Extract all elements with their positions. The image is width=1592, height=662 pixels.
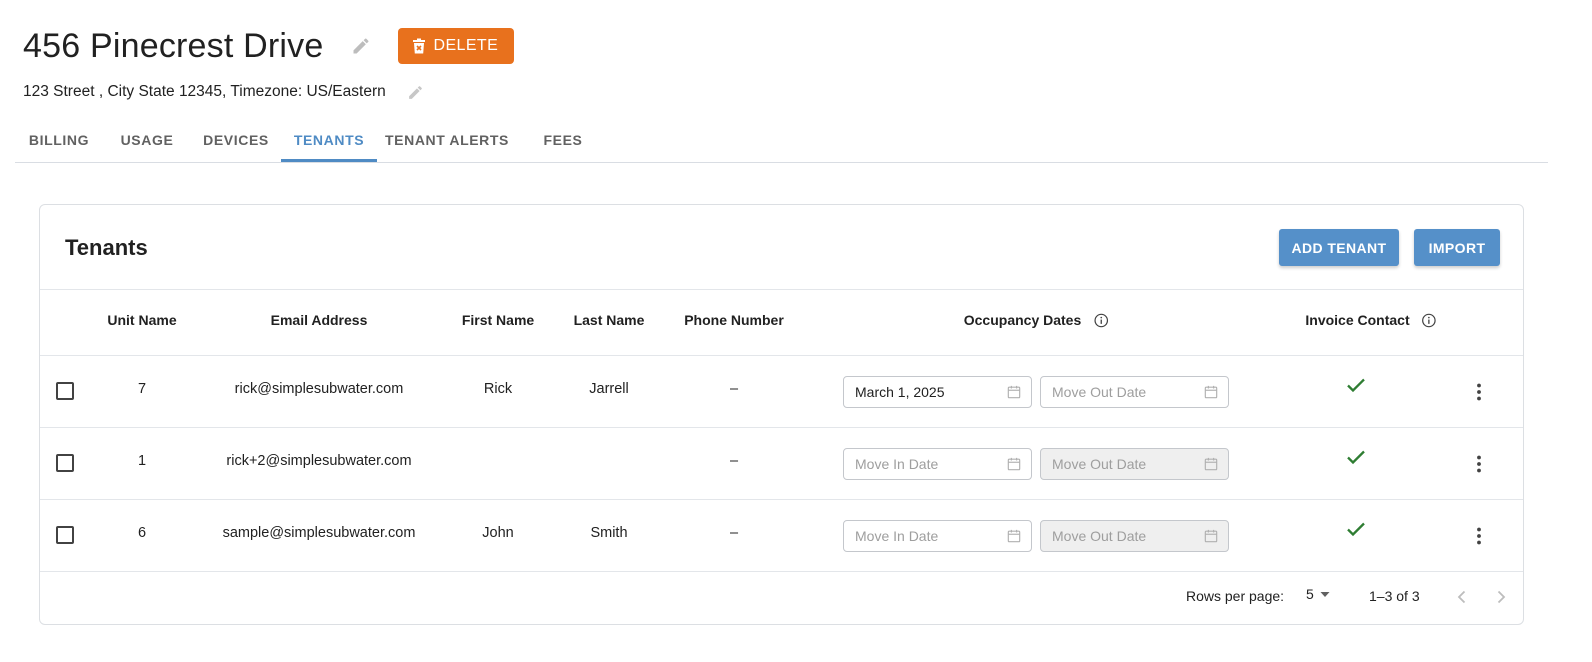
- rows-per-page-select[interactable]: 5: [1306, 586, 1332, 602]
- check-icon: [1346, 449, 1366, 470]
- calendar-icon: [1204, 457, 1218, 471]
- tab-devices[interactable]: DEVICES: [193, 118, 279, 162]
- row-checkbox[interactable]: [56, 454, 74, 472]
- delete-button[interactable]: DELETE: [397, 28, 515, 64]
- move-in-date-field[interactable]: March 1, 2025: [843, 376, 1032, 408]
- move-out-date-field: Move Out Date: [1040, 448, 1229, 480]
- chevron-right-icon: [1497, 590, 1506, 604]
- delete-label: DELETE: [433, 37, 499, 54]
- table-row: 1 rick+2@simplesubwater.com – Move In Da…: [40, 428, 1523, 500]
- move-out-date-placeholder: Move Out Date: [1052, 384, 1147, 400]
- tab-bar: BILLING USAGE DEVICES TENANTS TENANT ALE…: [15, 118, 1548, 163]
- tab-usage[interactable]: USAGE: [108, 118, 186, 162]
- tab-tenant-alerts[interactable]: TENANT ALERTS: [383, 118, 511, 162]
- info-icon[interactable]: [1422, 313, 1437, 328]
- divider: [40, 289, 1523, 290]
- col-unit-name: Unit Name: [107, 312, 177, 328]
- check-icon: [1346, 377, 1366, 398]
- info-icon[interactable]: [1093, 313, 1108, 328]
- tenants-card: Tenants ADD TENANT IMPORT Unit Name Emai…: [39, 204, 1524, 625]
- more-options-icon[interactable]: [1470, 452, 1488, 476]
- col-occupancy: Occupancy Dates: [964, 312, 1109, 328]
- move-in-date-placeholder: Move In Date: [855, 528, 939, 544]
- unit-name-cell: 7: [137, 381, 147, 397]
- col-invoice-contact-label: Invoice Contact: [1305, 312, 1410, 328]
- more-options-icon[interactable]: [1470, 380, 1488, 404]
- add-tenant-button[interactable]: ADD TENANT: [1279, 229, 1399, 266]
- tab-billing[interactable]: BILLING: [15, 118, 103, 162]
- edit-title-icon[interactable]: [350, 35, 372, 57]
- card-title: Tenants: [65, 235, 148, 260]
- calendar-icon: [1204, 529, 1218, 543]
- pagination: Rows per page: 5 1–3 of 3: [40, 572, 1523, 624]
- move-in-date-placeholder: Move In Date: [855, 456, 939, 472]
- move-out-date-field: Move Out Date: [1040, 520, 1229, 552]
- last-name-cell: Smith: [590, 525, 628, 541]
- move-in-date-field[interactable]: Move In Date: [843, 448, 1032, 480]
- caret-down-icon: [1320, 592, 1330, 597]
- col-invoice-contact: Invoice Contact: [1305, 312, 1436, 328]
- next-page-button[interactable]: [1490, 586, 1512, 608]
- calendar-icon[interactable]: [1007, 385, 1021, 399]
- property-header: 456 Pinecrest Drive DELETE: [23, 24, 515, 68]
- col-occupancy-label: Occupancy Dates: [963, 312, 1082, 328]
- import-button[interactable]: IMPORT: [1414, 229, 1500, 266]
- calendar-icon[interactable]: [1204, 385, 1218, 399]
- first-name-cell: John: [482, 525, 514, 541]
- row-checkbox[interactable]: [56, 526, 74, 544]
- phone-cell: –: [729, 525, 739, 541]
- email-cell: sample@simplesubwater.com: [222, 525, 416, 541]
- previous-page-button[interactable]: [1451, 586, 1473, 608]
- move-out-date-placeholder: Move Out Date: [1052, 456, 1147, 472]
- row-checkbox[interactable]: [56, 382, 74, 400]
- move-in-date-value: March 1, 2025: [855, 384, 945, 400]
- col-first-name: First Name: [461, 312, 535, 328]
- address-line: 123 Street , City State 12345, Timezone:…: [23, 82, 426, 102]
- last-name-cell: Jarrell: [589, 381, 629, 397]
- delete-icon: [412, 38, 425, 54]
- tab-fees[interactable]: FEES: [527, 118, 599, 162]
- unit-name-cell: 1: [137, 453, 147, 469]
- active-tab-indicator: [281, 159, 377, 162]
- move-out-date-field[interactable]: Move Out Date: [1040, 376, 1229, 408]
- tab-tenants[interactable]: TENANTS: [281, 118, 377, 162]
- email-cell: rick@simplesubwater.com: [234, 381, 404, 397]
- table-row: 6 sample@simplesubwater.com John Smith –…: [40, 500, 1523, 572]
- chevron-left-icon: [1457, 590, 1466, 604]
- calendar-icon[interactable]: [1007, 529, 1021, 543]
- page-range: 1–3 of 3: [1369, 588, 1420, 604]
- edit-address-icon[interactable]: [406, 82, 426, 102]
- email-cell: rick+2@simplesubwater.com: [226, 453, 412, 469]
- move-in-date-field[interactable]: Move In Date: [843, 520, 1032, 552]
- table-row: 7 rick@simplesubwater.com Rick Jarrell –…: [40, 356, 1523, 428]
- col-last-name: Last Name: [573, 312, 645, 328]
- col-email: Email Address: [270, 312, 368, 328]
- rows-per-page-label: Rows per page:: [1186, 588, 1285, 604]
- move-out-date-placeholder: Move Out Date: [1052, 528, 1147, 544]
- more-options-icon[interactable]: [1470, 524, 1488, 548]
- unit-name-cell: 6: [137, 525, 147, 541]
- calendar-icon[interactable]: [1007, 457, 1021, 471]
- address-text: 123 Street , City State 12345, Timezone:…: [23, 83, 386, 100]
- check-icon: [1346, 521, 1366, 542]
- col-phone: Phone Number: [684, 312, 784, 328]
- phone-cell: –: [729, 381, 739, 397]
- page-title: 456 Pinecrest Drive: [23, 27, 324, 65]
- first-name-cell: Rick: [483, 381, 513, 397]
- phone-cell: –: [729, 453, 739, 469]
- rows-per-page-value: 5: [1306, 586, 1314, 602]
